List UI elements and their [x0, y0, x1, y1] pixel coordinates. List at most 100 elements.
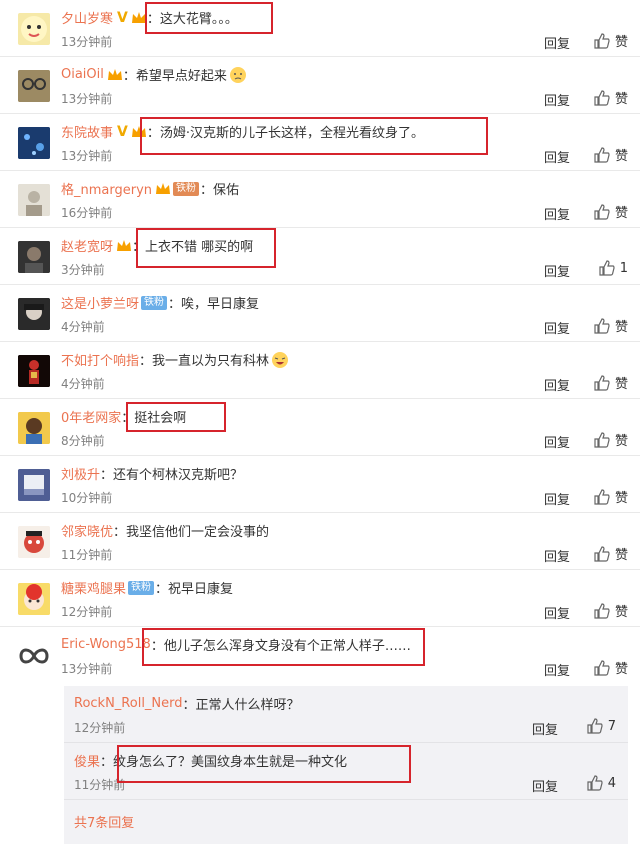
- comment-row: OiaiOil ： 希望早点好起来 13分钟前 回复 赞: [0, 57, 640, 114]
- avatar[interactable]: [18, 298, 50, 330]
- separator: ：: [122, 69, 136, 84]
- comment-text: 汤姆·汉克斯的儿子长这样，全程光看纹身了。: [159, 126, 425, 141]
- comment-text: 纹身怎么了？美国纹身本生就是一种文化: [113, 755, 348, 770]
- reply-button[interactable]: 回复: [544, 204, 570, 223]
- separator: ：: [146, 126, 160, 141]
- comment-text: 祝早日康复: [168, 582, 234, 597]
- like-label: 赞: [614, 35, 628, 50]
- timestamp: 12分钟前: [61, 605, 113, 619]
- comment-row: 糖栗鸡腿果 铁粉 ： 祝早日康复 12分钟前 回复 赞: [0, 570, 640, 627]
- avatar[interactable]: [18, 640, 50, 672]
- like-button[interactable]: 赞: [593, 487, 628, 506]
- reply-button[interactable]: 回复: [532, 776, 558, 795]
- timestamp: 12分钟前: [74, 721, 126, 735]
- comment-row: 东院故事 V ： 汤姆·汉克斯的儿子长这样，全程光看纹身了。 13分钟前 回复 …: [0, 114, 640, 171]
- like-button[interactable]: 赞: [593, 145, 628, 164]
- laughing-emoji-icon: [272, 351, 289, 368]
- reply-button[interactable]: 回复: [544, 432, 570, 451]
- avatar[interactable]: [18, 127, 50, 159]
- timestamp: 4分钟前: [61, 377, 105, 391]
- username[interactable]: 糖栗鸡腿果: [61, 578, 126, 597]
- iron-fan-badge: 铁粉: [128, 580, 155, 595]
- comment-text: 保佑: [213, 183, 240, 198]
- fan-badge: 铁粉: [173, 181, 200, 196]
- like-label: 赞: [614, 377, 628, 392]
- reply-button[interactable]: 回复: [532, 719, 558, 738]
- timestamp: 10分钟前: [61, 491, 113, 505]
- timestamp: 11分钟前: [61, 548, 113, 562]
- like-button[interactable]: 赞: [593, 373, 628, 392]
- username[interactable]: 0年老网家: [61, 407, 121, 426]
- reply-button[interactable]: 回复: [544, 90, 570, 109]
- timestamp: 3分钟前: [61, 263, 105, 277]
- more-replies-link[interactable]: 共7条回复: [74, 812, 134, 831]
- reply-button[interactable]: 回复: [544, 546, 570, 565]
- like-button[interactable]: 赞: [593, 202, 628, 221]
- reply-button[interactable]: 回复: [544, 489, 570, 508]
- like-button[interactable]: 4: [586, 774, 616, 792]
- reply-button[interactable]: 回复: [544, 261, 570, 280]
- avatar[interactable]: [18, 583, 50, 615]
- avatar[interactable]: [18, 13, 50, 45]
- comment-text: 这大花臂。。。: [159, 12, 238, 27]
- timestamp: 13分钟前: [61, 662, 113, 676]
- avatar[interactable]: [18, 526, 50, 558]
- like-button[interactable]: 赞: [593, 31, 628, 50]
- like-button[interactable]: 赞: [593, 430, 628, 449]
- comment-row: 这是小萝兰呀 铁粉 ： 唉，早日康复 4分钟前 回复 赞: [0, 285, 640, 342]
- like-button[interactable]: 赞: [593, 88, 628, 107]
- like-button[interactable]: 7: [586, 717, 616, 735]
- avatar[interactable]: [18, 412, 50, 444]
- reply-button[interactable]: 回复: [544, 318, 570, 337]
- reply-button[interactable]: 回复: [544, 375, 570, 394]
- avatar[interactable]: [18, 355, 50, 387]
- comment-row: 邻家晓优 ： 我坚信他们一定会没事的 11分钟前 回复 赞: [0, 513, 640, 570]
- username[interactable]: 邻家晓优: [61, 521, 113, 540]
- avatar[interactable]: [18, 70, 50, 102]
- username[interactable]: OiaiOil: [61, 67, 104, 82]
- timestamp: 8分钟前: [61, 434, 105, 448]
- like-label: 赞: [614, 548, 628, 563]
- like-count: 1: [619, 260, 628, 276]
- like-button[interactable]: 赞: [593, 544, 628, 563]
- like-button[interactable]: 赞: [593, 316, 628, 335]
- username[interactable]: Eric-Wong518: [61, 637, 151, 652]
- like-button[interactable]: 赞: [593, 601, 628, 620]
- crown-icon: [117, 239, 132, 251]
- username[interactable]: 这是小萝兰呀: [61, 293, 139, 312]
- timestamp: 13分钟前: [61, 149, 113, 163]
- username[interactable]: 俊果: [74, 751, 100, 770]
- username[interactable]: RockN_Roll_Nerd: [74, 696, 183, 711]
- comment-text: 还有个柯林汉克斯吧？: [113, 468, 244, 483]
- reply-button[interactable]: 回复: [544, 33, 570, 52]
- reply-button[interactable]: 回复: [544, 147, 570, 166]
- reply-button[interactable]: 回复: [544, 603, 570, 622]
- emoji-icon: [229, 66, 246, 83]
- separator: ：: [168, 297, 182, 312]
- thumbs-up-icon: [594, 545, 610, 562]
- thumbs-up-icon: [594, 659, 610, 676]
- username[interactable]: 夕山岁寒: [61, 8, 113, 27]
- username[interactable]: 格_nmargeryn: [61, 179, 152, 198]
- like-button[interactable]: 赞: [593, 658, 628, 677]
- reply-button[interactable]: 回复: [544, 660, 570, 679]
- separator: ：: [121, 411, 135, 426]
- like-button[interactable]: 1: [598, 259, 628, 277]
- separator: ：: [200, 183, 214, 198]
- timestamp: 13分钟前: [61, 35, 113, 49]
- username[interactable]: 不如打个响指: [61, 350, 139, 369]
- like-label: 赞: [614, 92, 628, 107]
- avatar[interactable]: [18, 469, 50, 501]
- like-count: 4: [607, 775, 616, 791]
- sub-reply-panel: RockN_Roll_Nerd ： 正常人什么样呀？ 12分钟前 回复 7 俊果…: [64, 686, 628, 844]
- avatar[interactable]: [18, 241, 50, 273]
- thumbs-up-icon: [599, 260, 615, 276]
- username[interactable]: 东院故事: [61, 122, 113, 141]
- separator: ：: [146, 12, 160, 27]
- username[interactable]: 刘极升: [61, 464, 100, 483]
- comment-text: 唉，早日康复: [181, 297, 260, 312]
- username[interactable]: 赵老宽呀: [61, 236, 113, 255]
- comment-text: 我坚信他们一定会没事的: [126, 525, 270, 540]
- thumbs-up-icon: [594, 602, 610, 619]
- avatar[interactable]: [18, 184, 50, 216]
